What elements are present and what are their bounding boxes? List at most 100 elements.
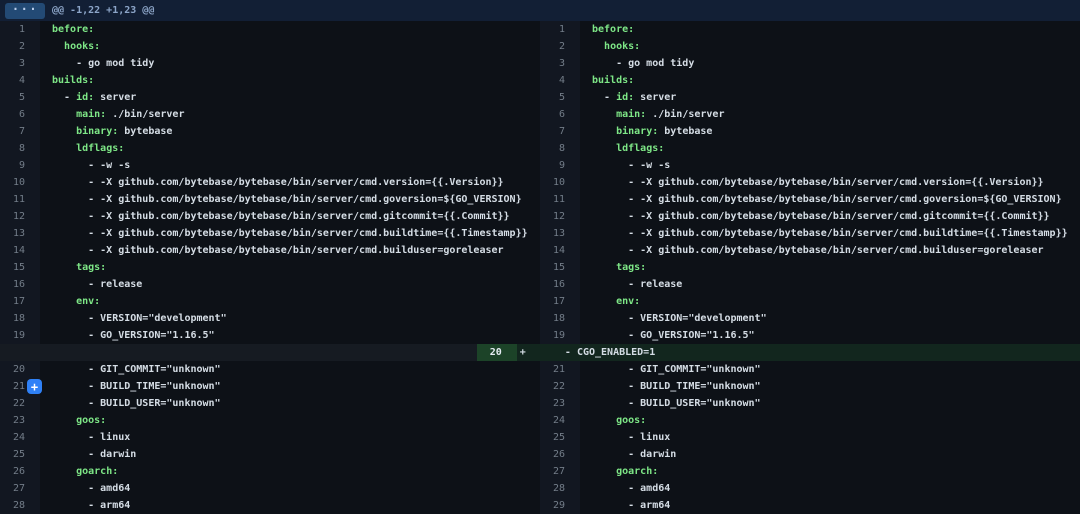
line-number-right[interactable]: 18 (540, 310, 580, 327)
code-line-right: - VERSION="development" (592, 310, 1080, 327)
diff-marker-right (580, 106, 592, 123)
code-text: - (592, 92, 616, 103)
line-number-right[interactable]: 1 (540, 21, 580, 38)
line-number-left[interactable]: 3 (0, 55, 40, 72)
line-number-right[interactable]: 22 (540, 378, 580, 395)
yaml-key: main: (616, 109, 646, 120)
line-number-left[interactable]: 10 (0, 174, 40, 191)
line-number-right[interactable]: 17 (540, 293, 580, 310)
line-number-left[interactable]: 19 (0, 327, 40, 344)
line-number-left[interactable]: 28 (0, 497, 40, 514)
code-text: - arm64 (592, 500, 670, 511)
code-line-right: - GO_VERSION="1.16.5" (592, 327, 1080, 344)
yaml-key: goarch: (76, 466, 118, 477)
yaml-key: before: (592, 24, 634, 35)
line-number-right[interactable]: 28 (540, 480, 580, 497)
line-number-left[interactable]: 21+ (0, 378, 40, 395)
line-number-right[interactable]: 5 (540, 89, 580, 106)
line-number-right[interactable]: 6 (540, 106, 580, 123)
code-text (52, 415, 76, 426)
diff-marker-right (580, 412, 592, 429)
line-number-left[interactable]: 20 (0, 361, 40, 378)
line-number-left[interactable]: 27 (0, 480, 40, 497)
code-text: - -w -s (592, 160, 670, 171)
code-line-left: - VERSION="development" (52, 310, 540, 327)
code-line-right: - id: server (592, 89, 1080, 106)
expand-hunk-button[interactable]: ··· (5, 3, 45, 19)
line-number-right[interactable]: 2 (540, 38, 580, 55)
line-number-right[interactable]: 27 (540, 463, 580, 480)
line-number-right[interactable]: 3 (540, 55, 580, 72)
line-number-right[interactable]: 14 (540, 242, 580, 259)
code-text: - GIT_COMMIT="unknown" (592, 364, 761, 375)
line-number-left[interactable]: 11 (0, 191, 40, 208)
yaml-key: binary: (76, 126, 118, 137)
line-number-left[interactable]: 25 (0, 446, 40, 463)
diff-marker-left (40, 327, 52, 344)
line-number-left[interactable]: 23 (0, 412, 40, 429)
line-number-right[interactable]: 12 (540, 208, 580, 225)
line-number-right[interactable]: 4 (540, 72, 580, 89)
diff-marker-left (40, 21, 52, 38)
line-number-left[interactable]: 26 (0, 463, 40, 480)
line-number-right[interactable]: 8 (540, 140, 580, 157)
line-number-left[interactable]: 15 (0, 259, 40, 276)
line-number-left[interactable]: 5 (0, 89, 40, 106)
line-number-right[interactable]: 20 (477, 344, 517, 361)
diff-row: 9 - -w -s9 - -w -s (0, 157, 1080, 174)
line-number-left[interactable]: 24 (0, 429, 40, 446)
line-number-right[interactable]: 26 (540, 446, 580, 463)
line-number-right[interactable]: 23 (540, 395, 580, 412)
line-number-left[interactable]: 17 (0, 293, 40, 310)
code-line-left: - -X github.com/bytebase/bytebase/bin/se… (52, 225, 540, 242)
code-line-right: before: (592, 21, 1080, 38)
code-line-right: env: (592, 293, 1080, 310)
line-number-left[interactable]: 14 (0, 242, 40, 259)
line-number-left[interactable]: 4 (0, 72, 40, 89)
code-text (52, 262, 76, 273)
line-number-right[interactable]: 25 (540, 429, 580, 446)
line-number-left[interactable]: 22 (0, 395, 40, 412)
code-text: - -X github.com/bytebase/bytebase/bin/se… (52, 211, 510, 222)
line-number-right[interactable]: 29 (540, 497, 580, 514)
line-number-right[interactable]: 19 (540, 327, 580, 344)
line-number-left[interactable]: 6 (0, 106, 40, 123)
line-number-right[interactable]: 16 (540, 276, 580, 293)
line-number-left[interactable]: 2 (0, 38, 40, 55)
line-number-left[interactable]: 8 (0, 140, 40, 157)
code-line-right: - arm64 (592, 497, 1080, 514)
line-number-right[interactable]: 9 (540, 157, 580, 174)
code-line-left: before: (52, 21, 540, 38)
line-number-right[interactable]: 24 (540, 412, 580, 429)
code-text (592, 415, 616, 426)
code-text (52, 143, 76, 154)
code-line-right: ldflags: (592, 140, 1080, 157)
line-number-right[interactable]: 7 (540, 123, 580, 140)
code-line-right: - -w -s (592, 157, 1080, 174)
line-number-left[interactable]: 1 (0, 21, 40, 38)
line-number-left[interactable]: 16 (0, 276, 40, 293)
line-number-left[interactable]: 13 (0, 225, 40, 242)
line-number-left[interactable]: 18 (0, 310, 40, 327)
code-line-right: - darwin (592, 446, 1080, 463)
diff-marker-left (40, 293, 52, 310)
line-number-right[interactable]: 13 (540, 225, 580, 242)
diff-marker-left (40, 38, 52, 55)
diff-row: 1before:1before: (0, 21, 1080, 38)
line-number-right[interactable]: 15 (540, 259, 580, 276)
line-number-right[interactable]: 10 (540, 174, 580, 191)
diff-marker-left (40, 497, 52, 514)
line-number-left[interactable]: 9 (0, 157, 40, 174)
code-line-right: hooks: (592, 38, 1080, 55)
add-comment-button[interactable]: + (27, 379, 42, 394)
diff-marker-right (580, 191, 592, 208)
code-line-left: - BUILD_USER="unknown" (52, 395, 540, 412)
line-number-left[interactable]: 7 (0, 123, 40, 140)
line-number-right[interactable]: 11 (540, 191, 580, 208)
line-number-right[interactable]: 21 (540, 361, 580, 378)
diff-row: 13 - -X github.com/bytebase/bytebase/bin… (0, 225, 1080, 242)
code-line-left: goarch: (52, 463, 540, 480)
diff-rows: 1before:1before:2 hooks:2 hooks:3 - go m… (0, 21, 1080, 514)
line-number-left[interactable]: 12 (0, 208, 40, 225)
diff-split-view: ··· @@ -1,22 +1,23 @@ 1before:1before:2 … (0, 0, 1080, 514)
